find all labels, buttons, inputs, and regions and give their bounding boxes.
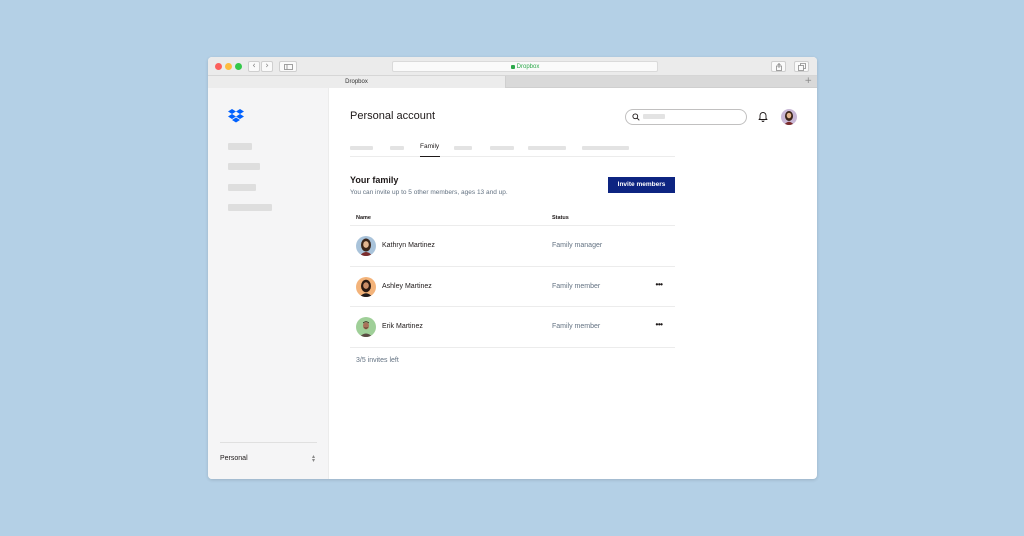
maximize-window-button[interactable] bbox=[235, 63, 242, 70]
address-bar[interactable]: Dropbox bbox=[392, 61, 658, 72]
browser-tabbar: Dropbox + bbox=[208, 76, 817, 88]
sidebar-item-placeholder[interactable] bbox=[228, 204, 272, 211]
avatar bbox=[356, 276, 376, 297]
minimize-window-button[interactable] bbox=[225, 63, 232, 70]
dropbox-app: Personal ▴ ▾ Personal account Family You… bbox=[208, 88, 817, 479]
page-title: Personal account bbox=[350, 110, 435, 122]
tab-placeholder[interactable] bbox=[390, 146, 404, 150]
lock-icon bbox=[510, 64, 515, 69]
family-subtitle: You can invite up to 5 other members, ag… bbox=[350, 189, 508, 196]
member-name: Erik Martinez bbox=[382, 323, 423, 330]
family-title: Your family bbox=[350, 175, 399, 185]
user-avatar[interactable] bbox=[781, 109, 797, 125]
share-button[interactable] bbox=[771, 61, 786, 72]
sidebar-item-placeholder[interactable] bbox=[228, 163, 260, 170]
sidebar: Personal ▴ ▾ bbox=[208, 88, 329, 479]
more-options-button[interactable]: ••• bbox=[652, 280, 666, 291]
tab-placeholder[interactable] bbox=[528, 146, 566, 150]
member-status: Family manager bbox=[552, 242, 603, 249]
column-header-name: Name bbox=[356, 215, 371, 221]
avatar-image bbox=[781, 109, 797, 125]
member-status: Family member bbox=[552, 282, 601, 290]
avatar-image bbox=[356, 236, 376, 256]
sidebar-toggle-button[interactable] bbox=[279, 61, 297, 72]
column-header-status: Status bbox=[552, 215, 569, 221]
search-box[interactable] bbox=[625, 109, 747, 125]
share-icon bbox=[776, 63, 782, 71]
tab-placeholder[interactable] bbox=[582, 146, 629, 150]
active-tab-indicator bbox=[420, 156, 440, 157]
sidebar-item-placeholder[interactable] bbox=[228, 184, 256, 191]
avatar bbox=[356, 317, 376, 337]
table-row: Ashley Martinez Family member ••• bbox=[350, 267, 675, 307]
invites-left-text: 3/5 invites left bbox=[356, 357, 399, 364]
tab-placeholder[interactable] bbox=[350, 146, 373, 150]
address-bar-text: Dropbox bbox=[516, 64, 540, 70]
search-icon bbox=[632, 113, 640, 121]
account-switcher[interactable]: Personal bbox=[220, 455, 248, 462]
table-row: Kathryn Martinez Family manager bbox=[350, 226, 675, 267]
search-input[interactable] bbox=[643, 114, 665, 119]
forward-button[interactable]: › bbox=[261, 61, 273, 72]
table-row: Erik Martinez Family member ••• bbox=[350, 307, 675, 348]
sidebar-icon bbox=[284, 64, 293, 70]
family-members-table: Name Status Kathryn Martinez Family mana… bbox=[350, 212, 675, 348]
tabs-icon bbox=[798, 63, 806, 71]
tab-family[interactable]: Family bbox=[420, 143, 439, 150]
member-status: Family member bbox=[552, 323, 601, 330]
tab-placeholder[interactable] bbox=[490, 146, 514, 150]
settings-tabs: Family bbox=[350, 142, 675, 157]
close-window-button[interactable] bbox=[215, 63, 222, 70]
browser-window: ‹ › Dropbox Dropbox + Personal ▴ ▾ Perso… bbox=[208, 57, 817, 479]
tab-placeholder[interactable] bbox=[454, 146, 472, 150]
avatar-image bbox=[356, 276, 376, 297]
invite-members-button[interactable]: Invite members bbox=[608, 177, 675, 193]
avatar bbox=[356, 236, 376, 256]
back-button[interactable]: ‹ bbox=[248, 61, 260, 72]
avatar-image bbox=[356, 317, 376, 337]
browser-titlebar: ‹ › Dropbox bbox=[208, 57, 817, 76]
browser-tab[interactable]: Dropbox bbox=[208, 76, 506, 88]
chevron-updown-icon[interactable]: ▴ ▾ bbox=[312, 454, 315, 464]
more-options-button bbox=[652, 240, 666, 250]
sidebar-divider bbox=[220, 442, 317, 443]
main-content: Personal account Family Your family You … bbox=[329, 88, 817, 479]
table-header: Name Status bbox=[350, 212, 675, 226]
member-name: Kathryn Martinez bbox=[382, 242, 435, 249]
more-options-button[interactable]: ••• bbox=[652, 321, 666, 331]
new-tab-button[interactable]: + bbox=[804, 76, 812, 87]
sidebar-item-placeholder[interactable] bbox=[228, 143, 252, 150]
dropbox-logo-icon[interactable] bbox=[228, 109, 244, 123]
member-name: Ashley Martinez bbox=[382, 282, 432, 290]
bell-icon[interactable] bbox=[758, 111, 768, 122]
show-tabs-button[interactable] bbox=[794, 61, 809, 72]
